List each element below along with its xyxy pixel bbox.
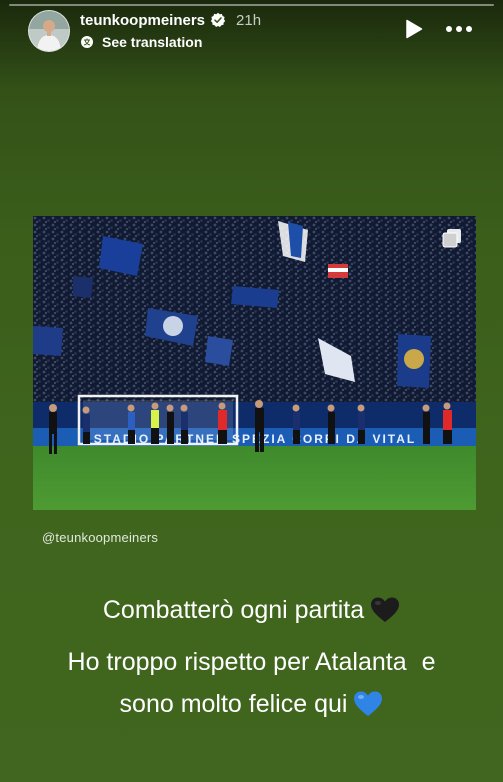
- caption-line-1-text: Combatterò ogni partita: [102, 596, 365, 624]
- caption-line-2-suffix: e: [421, 648, 436, 676]
- username[interactable]: teunkoopmeiners: [80, 12, 205, 29]
- avatar-image: [29, 11, 69, 51]
- story-header: teunkoopmeiners 21h See translation: [28, 10, 261, 53]
- caption-line-2-text: Ho troppo rispetto per Atalanta: [67, 648, 407, 676]
- shared-post-photo[interactable]: STADIO PARTNER SPEZIA CORRI DA VITAL: [33, 216, 476, 510]
- story-viewer[interactable]: teunkoopmeiners 21h See translation STAD…: [0, 0, 503, 782]
- story-progress-bar: [9, 4, 494, 6]
- caption-line-3: sono molto felice qui: [0, 689, 503, 719]
- translate-icon: [81, 36, 93, 48]
- play-icon[interactable]: [405, 19, 423, 39]
- blue-heart-icon: [354, 691, 383, 716]
- more-options-icon[interactable]: [445, 25, 473, 33]
- caption-line-1: Combatterò ogni partita: [0, 595, 503, 625]
- stadium-photo: STADIO PARTNER SPEZIA CORRI DA VITAL: [33, 216, 476, 510]
- story-controls: [405, 19, 473, 39]
- caption-line-3-text: sono molto felice qui: [119, 690, 348, 718]
- verified-badge-icon: [210, 12, 226, 27]
- post-time: 21h: [236, 11, 262, 29]
- caption-line-2: Ho troppo rispetto per Atalanta e: [0, 647, 503, 677]
- black-heart-icon: [371, 597, 400, 622]
- avatar[interactable]: [28, 10, 70, 52]
- see-translation-button[interactable]: See translation: [102, 34, 202, 50]
- carousel-icon: [442, 229, 461, 248]
- mention-tag[interactable]: @teunkoopmeiners: [42, 530, 158, 545]
